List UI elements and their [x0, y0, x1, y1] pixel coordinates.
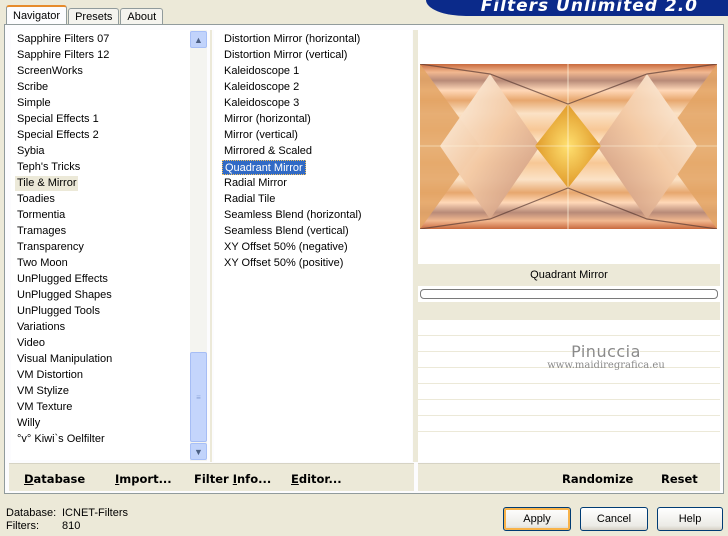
database-label: Database: — [6, 507, 57, 519]
filter-item[interactable]: Kaleidoscope 2 — [222, 80, 301, 95]
category-item[interactable]: VM Distortion — [15, 368, 85, 383]
category-item[interactable]: Special Effects 2 — [15, 128, 101, 143]
chevron-down-icon: ▼ — [194, 446, 203, 457]
progress-bar — [420, 289, 718, 299]
pane-divider[interactable] — [210, 30, 212, 462]
help-button[interactable]: Help — [657, 507, 723, 531]
category-item[interactable]: Tormentia — [15, 208, 67, 223]
filter-item[interactable]: Distortion Mirror (vertical) — [222, 48, 349, 63]
app-banner: Filters Unlimited 2.0 — [426, 0, 728, 16]
category-item[interactable]: Sapphire Filters 12 — [15, 48, 111, 63]
scroll-thumb[interactable]: ≡ — [190, 352, 207, 442]
app-title: Filters Unlimited 2.0 — [480, 0, 698, 16]
param-row — [418, 302, 720, 320]
category-item[interactable]: Tramages — [15, 224, 68, 239]
database-value: ICNET-Filters — [62, 507, 128, 519]
editor-button[interactable]: Editor... — [291, 472, 342, 486]
category-item[interactable]: Transparency — [15, 240, 86, 255]
filter-item[interactable]: XY Offset 50% (positive) — [222, 256, 345, 271]
category-item[interactable]: VM Texture — [15, 400, 74, 415]
category-item[interactable]: °v° Kiwi`s Oelfilter — [15, 432, 107, 447]
preview-pane: Quadrant Mirror Pinuccia www.maidiregraf… — [418, 30, 720, 462]
grip-icon: ≡ — [196, 392, 201, 402]
category-scrollbar[interactable]: ▲ ≡ ▼ — [190, 30, 207, 461]
category-item[interactable]: UnPlugged Shapes — [15, 288, 114, 303]
tab-navigator[interactable]: Navigator — [6, 5, 68, 26]
filter-item[interactable]: Radial Tile — [222, 192, 277, 207]
filter-item[interactable]: Quadrant Mirror — [222, 160, 306, 175]
category-item[interactable]: Special Effects 1 — [15, 112, 101, 127]
reset-button[interactable]: Reset — [661, 472, 698, 486]
param-row — [418, 320, 720, 336]
category-item[interactable]: Willy — [15, 416, 42, 431]
filter-item[interactable]: Kaleidoscope 1 — [222, 64, 301, 79]
category-item[interactable]: Visual Manipulation — [15, 352, 114, 367]
category-item[interactable]: Simple — [15, 96, 53, 111]
param-row — [418, 368, 720, 384]
navigator-toolbar: Database Import... Filter Info... Editor… — [9, 463, 414, 491]
randomize-button[interactable]: Randomize — [562, 472, 633, 486]
filter-info-button[interactable]: Filter Info... — [194, 472, 271, 486]
param-row — [418, 336, 720, 352]
status-area: Database: ICNET-Filters Filters: 810 — [6, 507, 128, 533]
category-item[interactable]: Sapphire Filters 07 — [15, 32, 111, 47]
param-row — [418, 416, 720, 432]
category-item[interactable]: Sybia — [15, 144, 47, 159]
param-row — [418, 384, 720, 400]
filters-count: 810 — [62, 520, 81, 532]
filter-item[interactable]: Mirror (horizontal) — [222, 112, 313, 127]
category-item[interactable]: ScreenWorks — [15, 64, 85, 79]
filter-item[interactable]: Distortion Mirror (horizontal) — [222, 32, 362, 47]
filter-item[interactable]: Radial Mirror — [222, 176, 289, 191]
category-item[interactable]: UnPlugged Effects — [15, 272, 110, 287]
filters-label: Filters: — [6, 520, 39, 532]
category-item[interactable]: Two Moon — [15, 256, 70, 271]
param-row — [418, 400, 720, 416]
filter-item[interactable]: Seamless Blend (vertical) — [222, 224, 351, 239]
category-item[interactable]: UnPlugged Tools — [15, 304, 102, 319]
import-button[interactable]: Import... — [115, 472, 172, 486]
tab-bar: Navigator Presets About — [6, 5, 164, 26]
category-item[interactable]: Toadies — [15, 192, 57, 207]
filter-item[interactable]: Kaleidoscope 3 — [222, 96, 301, 111]
filter-item[interactable]: Mirrored & Scaled — [222, 144, 314, 159]
category-item[interactable]: Variations — [15, 320, 67, 335]
filter-list[interactable]: Distortion Mirror (horizontal) Distortion… — [214, 30, 412, 462]
parameter-area: Pinuccia www.maidiregrafica.eu — [418, 302, 720, 462]
category-item[interactable]: Scribe — [15, 80, 50, 95]
param-row — [418, 352, 720, 368]
database-button[interactable]: Database — [24, 472, 85, 486]
category-item[interactable]: Teph's Tricks — [15, 160, 82, 175]
filter-item[interactable]: XY Offset 50% (negative) — [222, 240, 350, 255]
chevron-up-icon: ▲ — [194, 34, 203, 45]
filter-item[interactable]: Seamless Blend (horizontal) — [222, 208, 364, 223]
preview-artwork — [420, 64, 717, 229]
category-item[interactable]: Video — [15, 336, 47, 351]
filter-name-label: Quadrant Mirror — [418, 264, 720, 286]
category-list[interactable]: Sapphire Filters 07 Sapphire Filters 12 Sc… — [11, 30, 191, 460]
category-item[interactable]: Tile & Mirror — [15, 176, 79, 191]
category-item[interactable]: VM Stylize — [15, 384, 71, 399]
preview-image[interactable] — [420, 64, 717, 229]
cancel-button[interactable]: Cancel — [580, 507, 648, 531]
scroll-down-button[interactable]: ▼ — [190, 443, 207, 460]
apply-button[interactable]: Apply — [503, 507, 571, 531]
scroll-up-button[interactable]: ▲ — [190, 31, 207, 48]
filter-item[interactable]: Mirror (vertical) — [222, 128, 300, 143]
preview-toolbar: Randomize Reset — [418, 463, 720, 491]
